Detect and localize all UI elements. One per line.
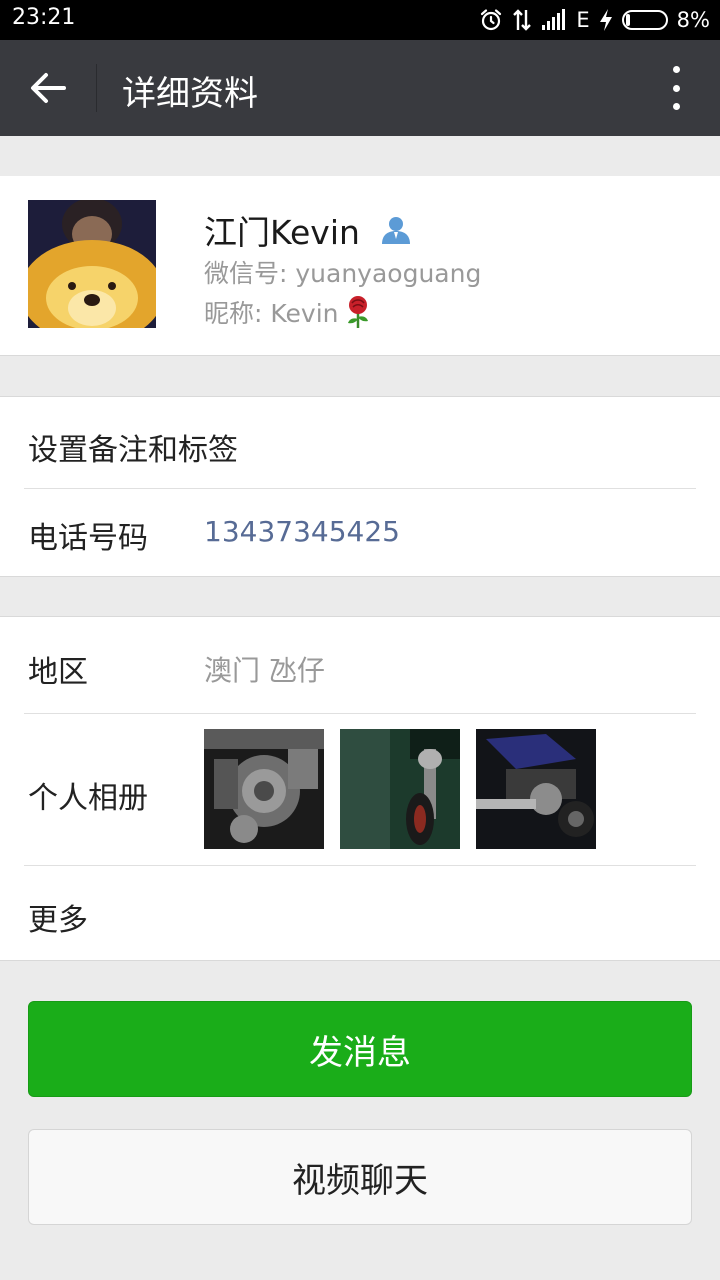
data-transfer-icon <box>513 9 532 31</box>
app-bar-divider <box>96 64 97 112</box>
nickname-row: 昵称: Kevin <box>204 294 371 330</box>
more-button[interactable] <box>664 66 688 110</box>
more-vertical-icon <box>672 66 680 73</box>
battery-level <box>625 14 630 26</box>
person-icon <box>381 217 410 244</box>
album-photo-1[interactable] <box>204 729 324 849</box>
phone-label: 电话号码 <box>28 521 148 556</box>
motorcycle-front-photo <box>340 729 460 849</box>
album-photo-2[interactable] <box>340 729 460 849</box>
signal-icon <box>542 9 566 30</box>
motorcycle-side-photo <box>476 729 596 849</box>
charging-icon <box>599 9 612 31</box>
status-bar: 23:21 E 8% <box>0 0 720 40</box>
motorcycle-engine-photo <box>204 729 324 849</box>
rose-icon <box>347 296 368 328</box>
info-section: 地区 澳门 氹仔 个人相册 更多 <box>0 616 720 961</box>
app-bar: 详细资料 <box>0 40 720 136</box>
page-title: 详细资料 <box>122 74 258 114</box>
more-row[interactable]: 更多 <box>0 865 720 961</box>
avatar-image <box>28 200 156 328</box>
more-label: 更多 <box>28 903 88 938</box>
remark-row[interactable]: 设置备注和标签 <box>0 397 720 489</box>
remark-label: 设置备注和标签 <box>28 433 238 468</box>
contact-name: 江门Kevin <box>204 213 360 252</box>
phone-number-link[interactable]: 13437345425 <box>204 515 400 548</box>
video-chat-button[interactable]: 视频聊天 <box>28 1129 692 1225</box>
album-label: 个人相册 <box>28 781 148 816</box>
album-photo-3[interactable] <box>476 729 596 849</box>
phone-row: 电话号码 13437345425 <box>0 489 720 577</box>
battery-icon <box>621 10 668 30</box>
wechat-id: 微信号: yuanyaoguang <box>204 259 482 288</box>
alarm-icon <box>481 9 502 31</box>
avatar[interactable] <box>28 200 156 328</box>
back-button[interactable] <box>20 60 76 116</box>
nickname: 昵称: Kevin <box>204 299 339 328</box>
back-arrow-icon <box>31 73 66 103</box>
profile-card: 江门Kevin 微信号: yuanyaoguang 昵称: Kevin <box>0 176 720 356</box>
send-message-button[interactable]: 发消息 <box>28 1001 692 1097</box>
battery-text: 8% <box>676 8 710 32</box>
album-row[interactable]: 个人相册 <box>0 617 720 865</box>
network-type: E <box>576 8 590 32</box>
contact-section: 设置备注和标签 电话号码 13437345425 <box>0 396 720 577</box>
name-row: 江门Kevin <box>204 206 412 254</box>
more-dot <box>672 84 680 92</box>
status-icons: E 8% <box>479 5 710 35</box>
more-dot <box>672 103 680 110</box>
status-time: 23:21 <box>12 5 76 30</box>
